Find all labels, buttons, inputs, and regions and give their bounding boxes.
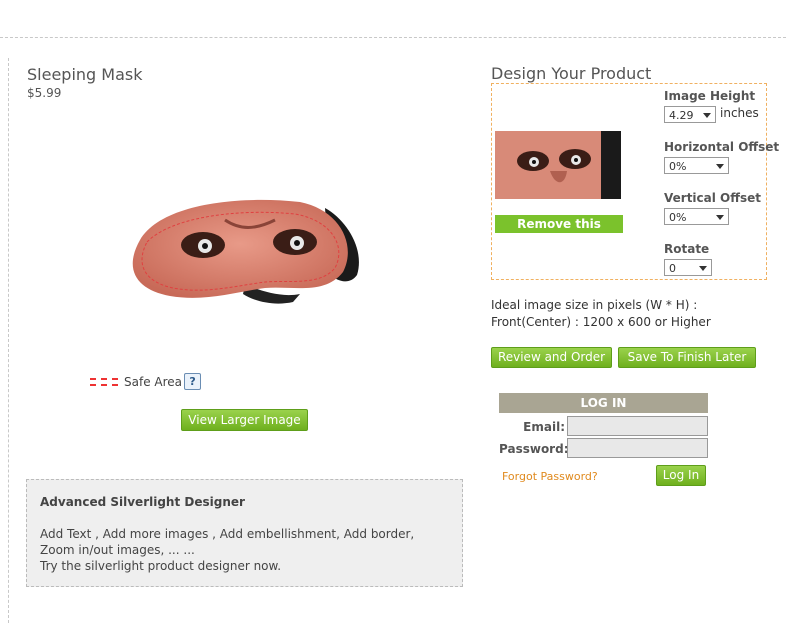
vertical-offset-label: Vertical Offset [664, 191, 761, 205]
save-to-finish-later-button[interactable]: Save To Finish Later [618, 347, 756, 368]
uploaded-image-thumbnail [495, 131, 621, 199]
chevron-down-icon [699, 266, 707, 271]
remove-image-button[interactable]: Remove this image [495, 215, 623, 249]
image-height-label: Image Height [664, 89, 756, 103]
password-field[interactable] [567, 438, 708, 458]
product-title: Sleeping Mask [27, 65, 143, 84]
rotate-value: 0 [669, 262, 676, 275]
safe-area-label: Safe Area [124, 374, 183, 389]
ideal-size-info: Ideal image size in pixels (W * H) : Fro… [491, 297, 711, 331]
ideal-size-line-2: Front(Center) : 1200 x 600 or Higher [491, 315, 711, 329]
top-divider [0, 37, 786, 38]
chevron-down-icon [716, 215, 724, 220]
safe-area-legend: Safe Area ? [90, 373, 202, 390]
vertical-offset-select[interactable]: 0% [664, 208, 729, 225]
review-and-order-button[interactable]: Review and Order [491, 347, 612, 368]
email-label: Email: [523, 420, 565, 434]
horizontal-offset-select[interactable]: 0% [664, 157, 729, 174]
image-height-units: inches [720, 106, 759, 120]
advanced-designer-desc-3: Try the silverlight product designer now… [40, 559, 282, 573]
horizontal-offset-value: 0% [669, 160, 687, 173]
view-larger-image-button[interactable]: View Larger Image [181, 409, 308, 431]
design-title: Design Your Product [491, 64, 652, 83]
product-price: $5.99 [27, 86, 62, 100]
rotate-select[interactable]: 0 [664, 259, 712, 276]
password-label: Password: [499, 442, 569, 456]
vertical-offset-value: 0% [669, 211, 687, 224]
email-field[interactable] [567, 416, 708, 436]
product-preview-image [125, 190, 365, 310]
left-divider [8, 58, 9, 623]
horizontal-offset-label: Horizontal Offset [664, 140, 780, 154]
safe-area-dash-icon [90, 377, 118, 386]
ideal-size-line-1: Ideal image size in pixels (W * H) : [491, 298, 698, 312]
chevron-down-icon [716, 164, 724, 169]
chevron-down-icon [703, 113, 711, 118]
advanced-designer-title: Advanced Silverlight Designer [40, 495, 245, 509]
advanced-designer-desc-2: Zoom in/out images, ... ... [40, 543, 195, 557]
login-button[interactable]: Log In [656, 465, 706, 486]
advanced-designer-box[interactable]: Advanced Silverlight Designer Add Text ,… [26, 479, 463, 587]
image-height-select[interactable]: 4.29 [664, 106, 716, 123]
login-header: LOG IN [499, 393, 708, 413]
forgot-password-link[interactable]: Forgot Password? [502, 470, 598, 483]
rotate-label: Rotate [664, 242, 710, 256]
image-height-value: 4.29 [669, 109, 694, 122]
advanced-designer-desc-1: Add Text , Add more images , Add embelli… [40, 527, 415, 541]
help-icon[interactable]: ? [184, 373, 202, 390]
